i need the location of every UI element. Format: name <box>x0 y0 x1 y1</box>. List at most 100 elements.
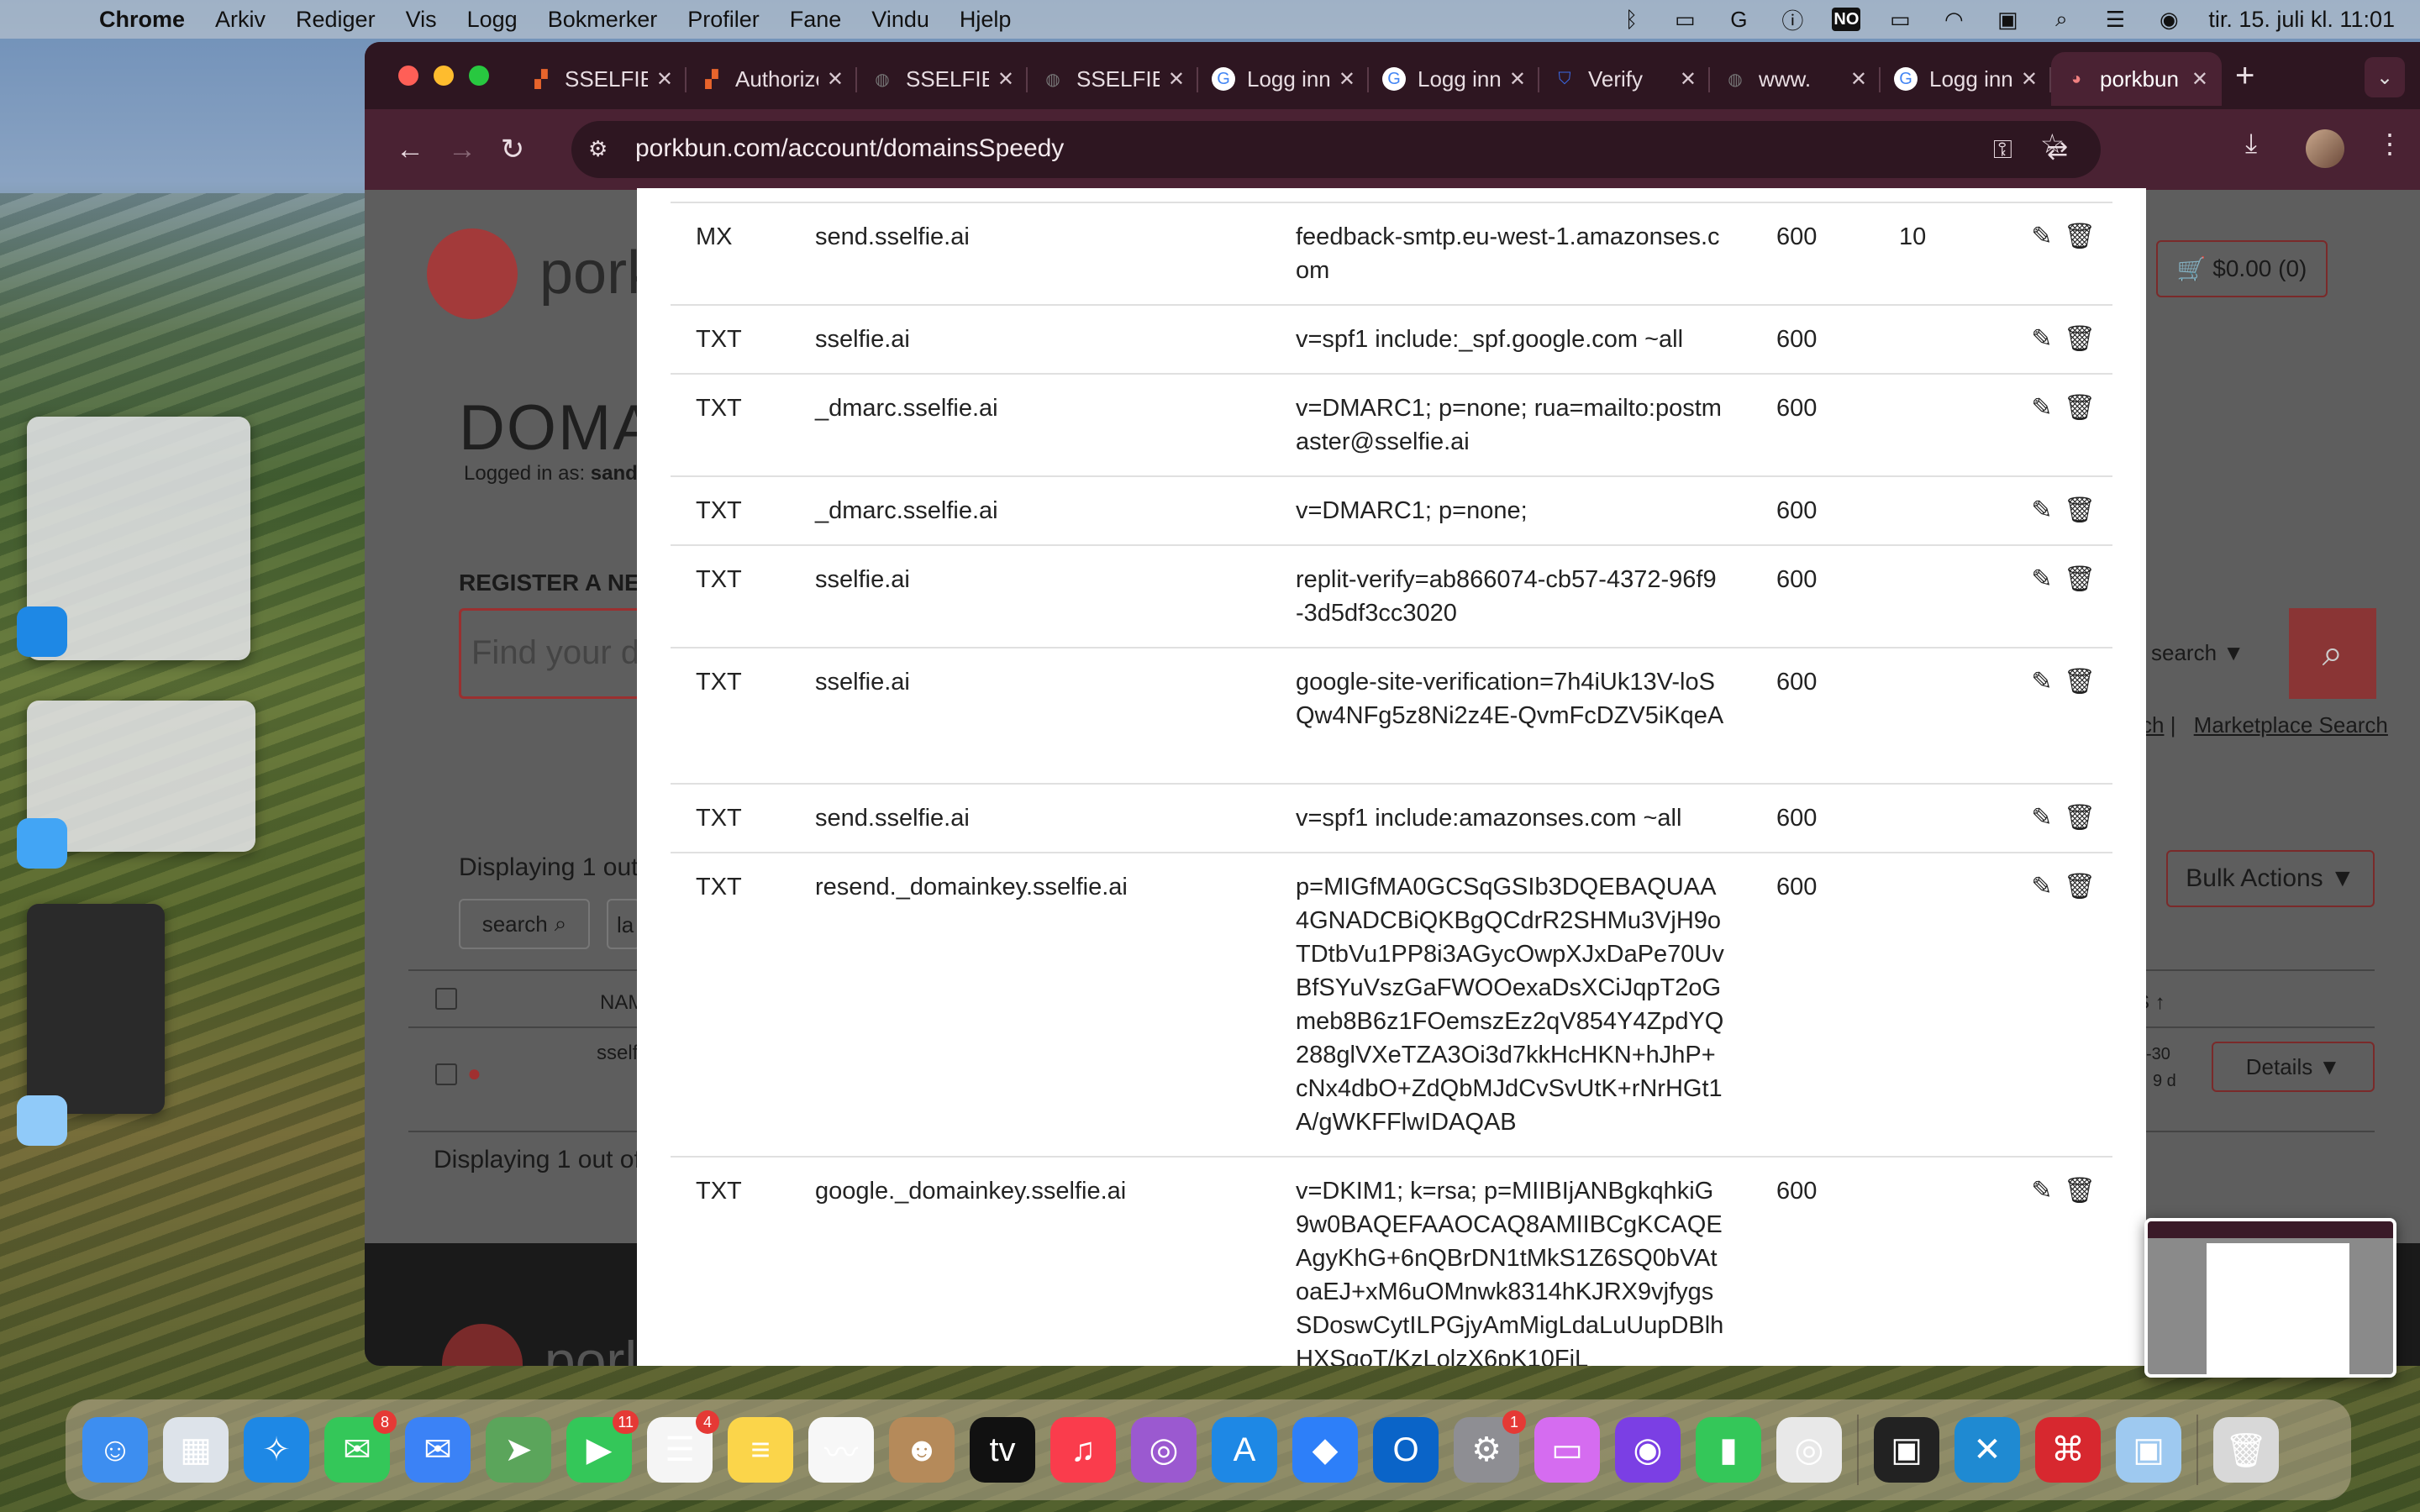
menu-profiler[interactable]: Profiler <box>687 7 760 33</box>
screenshot-thumbnail[interactable] <box>2144 1218 2396 1378</box>
edit-pencil-icon[interactable]: ✎ <box>2030 563 2054 596</box>
edit-pencil-icon[interactable]: ✎ <box>2030 870 2054 904</box>
delete-trash-icon[interactable]: 🗑 <box>2064 665 2096 699</box>
facetime-app-icon[interactable]: ▶ 11 <box>566 1410 639 1483</box>
reminders-app-icon[interactable]: ☰ 4 <box>647 1410 719 1483</box>
tab-5[interactable]: G Logg inn ✕ <box>1369 52 1539 106</box>
control-center-icon[interactable]: ☰ <box>2101 7 2129 32</box>
edit-pencil-icon[interactable]: ✎ <box>2030 494 2054 528</box>
notes-app-icon[interactable]: ≡ <box>728 1417 793 1483</box>
roblox-studio-app-icon[interactable]: ◆ <box>1292 1417 1358 1483</box>
edit-pencil-icon[interactable]: ✎ <box>2030 323 2054 356</box>
menu-bokmerker[interactable]: Bokmerker <box>548 7 658 33</box>
url-text[interactable]: porkbun.com/account/domainsSpeedy <box>635 134 1064 163</box>
acrobat-app-icon[interactable]: ⌘ <box>2035 1417 2101 1483</box>
app-name-menu[interactable]: Chrome <box>99 7 185 33</box>
password-key-icon[interactable]: ⚿ <box>1993 136 2012 165</box>
messages-app-icon[interactable]: ✉ 8 <box>324 1410 397 1483</box>
delete-trash-icon[interactable]: 🗑 <box>2064 801 2096 835</box>
delete-trash-icon[interactable]: 🗑 <box>2064 563 2096 596</box>
tab-0[interactable]: ▞ SSELFIE ✕ <box>516 52 687 106</box>
edit-pencil-icon[interactable]: ✎ <box>2030 391 2054 425</box>
finder-app-icon[interactable]: ☺ <box>82 1417 148 1483</box>
bulk-actions-button[interactable]: Bulk Actions ▼ <box>2166 850 2375 907</box>
delete-trash-icon[interactable]: 🗑 <box>2064 870 2096 904</box>
blender-app-icon[interactable]: ▣ <box>1874 1417 1939 1483</box>
domain-row-name[interactable]: sself <box>597 1042 638 1065</box>
input-source-indicator[interactable]: NO <box>1832 8 1861 31</box>
minimize-window-button[interactable] <box>434 66 454 86</box>
menu-vindu[interactable]: Vindu <box>871 7 929 33</box>
accessibility-icon[interactable]: ⓘ <box>1778 8 1807 34</box>
github-desktop-app-icon[interactable]: ◉ <box>1615 1417 1681 1483</box>
tab-4[interactable]: G Logg inn ✕ <box>1198 52 1369 106</box>
bulk-search-dropdown[interactable]: lk search ▼ <box>2129 640 2244 666</box>
menubar-clock[interactable]: tir. 15. juli kl. 11:01 <box>2208 7 2395 33</box>
tab-7[interactable]: ◍ www. ✕ <box>1710 52 1881 106</box>
app-store-app-icon[interactable]: A <box>1212 1417 1277 1483</box>
edit-pencil-icon[interactable]: ✎ <box>2030 801 2054 835</box>
profile-avatar[interactable] <box>2306 129 2344 168</box>
close-tab-icon[interactable]: ✕ <box>2191 67 2208 92</box>
close-tab-icon[interactable]: ✕ <box>1850 67 1867 92</box>
outlook-app-icon[interactable]: O <box>1373 1417 1439 1483</box>
menu-rediger[interactable]: Rediger <box>296 7 376 33</box>
porkbun-logo-icon[interactable] <box>427 228 518 319</box>
tab-search-button[interactable]: ⌄ <box>2365 57 2405 97</box>
finder-app-icon[interactable] <box>17 818 67 869</box>
bookmark-star-icon[interactable]: ☆ <box>2040 128 2065 160</box>
edit-pencil-icon[interactable]: ✎ <box>2030 1174 2054 1208</box>
apple-tv-app-icon[interactable]: tv <box>970 1417 1035 1483</box>
table-search-button[interactable]: search ⌕ <box>459 899 590 949</box>
battery-icon[interactable]: ▭ <box>1886 7 1914 32</box>
reload-button[interactable]: ↻ <box>491 128 534 171</box>
close-tab-icon[interactable]: ✕ <box>997 67 1014 92</box>
filter-button[interactable]: la <box>607 899 640 949</box>
siri-icon[interactable]: ◉ <box>2154 7 2183 32</box>
delete-trash-icon[interactable]: 🗑 <box>2064 391 2096 425</box>
downloads-icon[interactable]: ⤓ <box>2245 128 2257 160</box>
wifi-icon[interactable]: ◠ <box>1939 7 1968 32</box>
preview-app-icon[interactable]: ▣ <box>2116 1417 2181 1483</box>
edit-pencil-icon[interactable]: ✎ <box>2030 665 2054 699</box>
system-settings-app-icon[interactable]: ⚙ 1 <box>1454 1410 1526 1483</box>
domain-row-checkbox[interactable] <box>435 1063 457 1085</box>
domain-search-button[interactable]: ⌕ <box>2289 608 2376 699</box>
select-all-checkbox[interactable] <box>435 988 457 1010</box>
music-app-icon[interactable]: ♫ <box>1050 1417 1116 1483</box>
tab-8[interactable]: G Logg inn ✕ <box>1881 52 2051 106</box>
cart-button[interactable]: 🛒 $0.00 (0) <box>2156 240 2328 297</box>
close-tab-icon[interactable]: ✕ <box>2021 67 2038 92</box>
close-tab-icon[interactable]: ✕ <box>1680 67 1697 92</box>
freeform-app-icon[interactable]: 〰 <box>808 1417 874 1483</box>
podcasts-app-icon[interactable]: ◎ <box>1131 1417 1197 1483</box>
edit-pencil-icon[interactable]: ✎ <box>2030 220 2054 254</box>
close-tab-icon[interactable]: ✕ <box>1509 67 1526 92</box>
tab-9[interactable]: ◕ porkbun ✕ <box>2051 52 2222 106</box>
bluetooth-icon[interactable]: ᛒ <box>1617 7 1645 32</box>
close-tab-icon[interactable]: ✕ <box>1339 67 1355 92</box>
tab-6[interactable]: ⛉ Verify ✕ <box>1539 52 1710 106</box>
menu-logg[interactable]: Logg <box>467 7 518 33</box>
tag-icon[interactable]: ● <box>467 1060 481 1087</box>
airplay-icon[interactable]: ▭ <box>1670 7 1699 32</box>
details-button[interactable]: Details ▼ <box>2212 1042 2375 1092</box>
screen-sharing-icon[interactable]: ▣ <box>1993 7 2022 32</box>
launchpad-app-icon[interactable]: ▦ <box>163 1417 229 1483</box>
menu-arkiv[interactable]: Arkiv <box>215 7 266 33</box>
preview-app-icon[interactable] <box>17 1095 67 1146</box>
tab-1[interactable]: ▞ Authorize ✕ <box>687 52 857 106</box>
address-bar[interactable]: ⚙ porkbun.com/account/domainsSpeedy ⚿ ⇄ <box>571 121 2101 178</box>
tab-2[interactable]: ◍ SSELFIE ✕ <box>857 52 1028 106</box>
back-button[interactable]: ← <box>388 128 432 171</box>
safari-app-icon[interactable]: ✧ <box>244 1417 309 1483</box>
grammarly-icon[interactable]: G <box>1724 7 1753 32</box>
marketplace-search-link[interactable]: Marketplace Search <box>2194 712 2388 738</box>
chrome-app-icon[interactable]: ◎ <box>1776 1417 1842 1483</box>
maps-app-icon[interactable]: ➤ <box>486 1417 551 1483</box>
keynote-app-icon[interactable]: ▭ <box>1534 1417 1600 1483</box>
close-tab-icon[interactable]: ✕ <box>827 67 844 92</box>
trash-icon[interactable]: 🗑 <box>2213 1417 2279 1483</box>
menu-vis[interactable]: Vis <box>406 7 437 33</box>
new-tab-button[interactable]: + <box>2235 57 2254 95</box>
